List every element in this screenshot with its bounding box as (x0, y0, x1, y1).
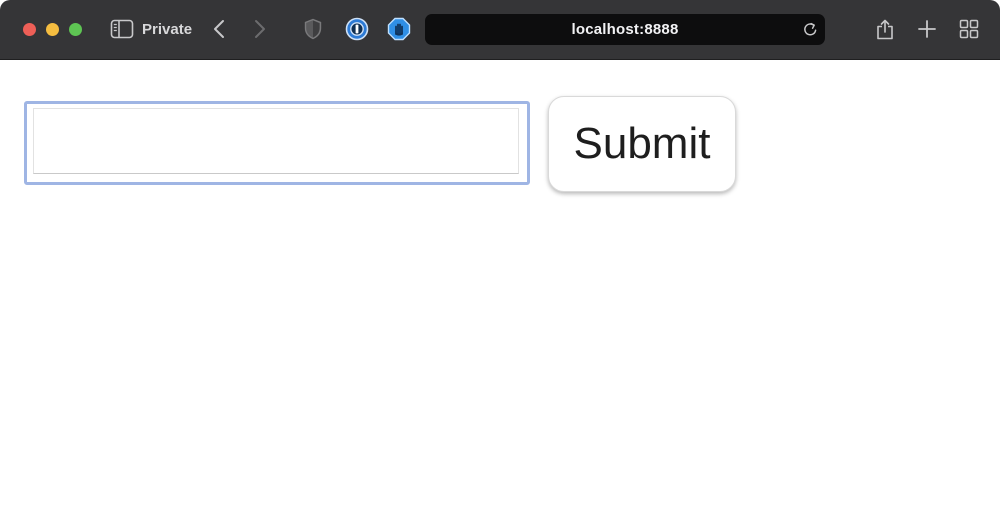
close-window-button[interactable] (23, 23, 36, 36)
zoom-window-button[interactable] (69, 23, 82, 36)
address-text: localhost:8888 (571, 21, 679, 38)
sidebar-icon[interactable] (110, 18, 134, 40)
plus-icon[interactable] (915, 17, 939, 41)
password-manager-icon[interactable] (345, 17, 369, 41)
browser-window: Private localhost:8888 Submit (0, 0, 1000, 527)
privacy-shield-icon[interactable] (302, 17, 324, 41)
chevron-left-icon[interactable] (208, 17, 230, 41)
ad-blocker-icon[interactable] (387, 17, 411, 41)
tab-overview-icon[interactable] (957, 17, 981, 41)
reload-icon[interactable] (802, 21, 819, 38)
share-icon[interactable] (873, 16, 897, 42)
text-input[interactable] (24, 101, 530, 185)
address-bar[interactable]: localhost:8888 (425, 14, 825, 45)
private-mode-label: Private (142, 21, 193, 38)
minimize-window-button[interactable] (46, 23, 59, 36)
page-content: Submit (0, 60, 1000, 527)
chevron-right-icon[interactable] (249, 17, 271, 41)
submit-button[interactable]: Submit (548, 96, 736, 192)
browser-toolbar: Private localhost:8888 (0, 0, 1000, 60)
